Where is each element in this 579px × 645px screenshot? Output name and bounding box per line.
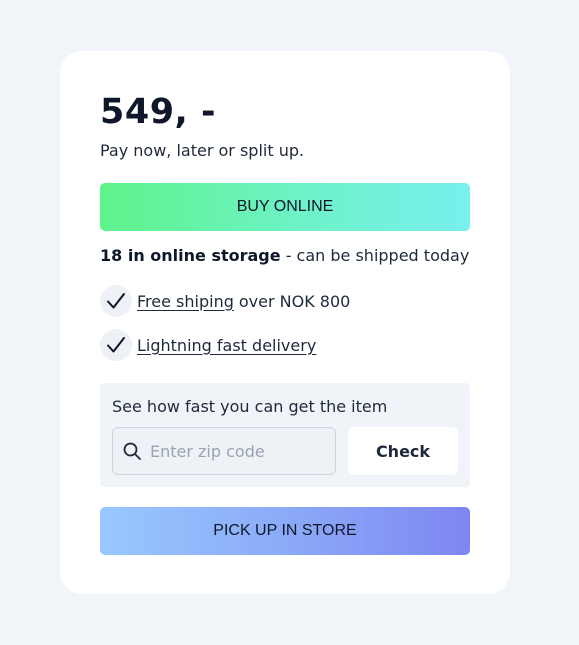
delivery-estimate-title: See how fast you can get the item [112,397,388,416]
fast-delivery-link[interactable]: Lightning fast delivery [137,336,316,355]
check-zip-button[interactable]: Check [348,427,458,475]
checkmark-icon [100,329,132,361]
price: 549, - [100,92,217,132]
stock-shipping-note: - can be shipped today [280,246,470,265]
delivery-estimate-panel: See how fast you can get the item Check [100,383,470,487]
feature-fast-delivery: Lightning fast delivery [100,329,316,361]
zip-code-input[interactable] [150,441,320,461]
checkmark-icon [100,285,132,317]
stock-count: 18 in online storage [100,246,281,265]
buy-online-button[interactable]: BUY ONLINE [100,183,470,231]
payment-options-text: Pay now, later or split up. [100,141,305,160]
pick-up-in-store-button[interactable]: PICK UP IN STORE [100,507,470,555]
product-purchase-card: 549, - Pay now, later or split up. BUY O… [60,51,510,594]
free-shipping-condition: over NOK 800 [238,291,351,311]
search-icon [122,441,142,461]
zip-code-field[interactable] [112,427,336,475]
stock-status: 18 in online storage - can be shipped to… [100,244,469,268]
free-shipping-link[interactable]: Free shiping [137,292,234,311]
feature-free-shipping: Free shiping over NOK 800 [100,285,350,317]
